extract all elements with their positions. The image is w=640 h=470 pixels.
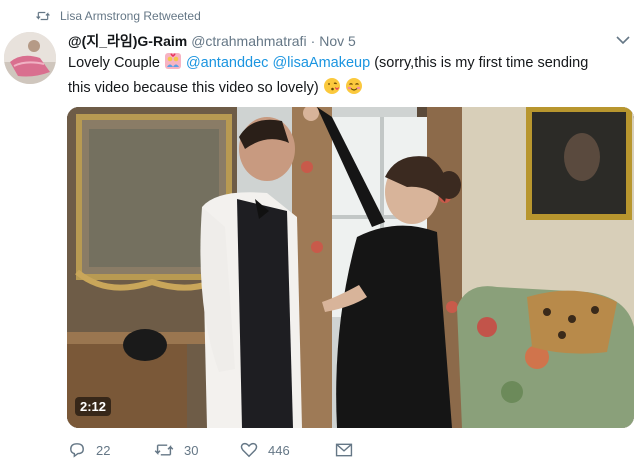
- tweet-timestamp[interactable]: Nov 5: [319, 33, 356, 49]
- envelope-icon: [335, 443, 353, 457]
- retweet-context[interactable]: Lisa Armstrong Retweeted: [36, 9, 201, 23]
- video-player[interactable]: 2:12: [67, 107, 634, 428]
- avatar-image: [4, 32, 56, 84]
- user-handle[interactable]: @ctrahmahmatrafi: [191, 33, 306, 49]
- reply-button[interactable]: 22: [68, 442, 154, 458]
- retweet-count: 30: [184, 442, 199, 458]
- display-name[interactable]: @(지_라임)G-Raim: [68, 31, 187, 51]
- reply-count: 22: [96, 442, 111, 458]
- mention-link[interactable]: @antanddec: [186, 55, 268, 71]
- separator-dot: ·: [310, 33, 316, 49]
- tweet-actions: 22 30 446: [68, 442, 363, 458]
- chevron-down-icon[interactable]: [616, 35, 630, 45]
- retweet-button[interactable]: 30: [154, 442, 240, 458]
- direct-message-button[interactable]: [335, 443, 363, 457]
- retweet-context-label: Lisa Armstrong Retweeted: [60, 9, 201, 23]
- like-button[interactable]: 446: [240, 442, 335, 458]
- video-duration: 2:12: [75, 397, 112, 416]
- retweet-icon: [154, 444, 174, 456]
- avatar[interactable]: [4, 32, 56, 84]
- heart-icon: [240, 442, 258, 458]
- smiling-face-with-smiling-eyes-emoji: [345, 77, 363, 102]
- tweet-header: @(지_라임)G-Raim @ctrahmahmatrafi · Nov 5: [68, 31, 356, 51]
- tweet-text-part: Lovely Couple: [68, 55, 164, 71]
- face-blowing-kiss-emoji: [323, 77, 341, 102]
- mention-link[interactable]: @lisaAmakeup: [272, 55, 370, 71]
- like-count: 446: [268, 442, 290, 458]
- video-frame: [67, 107, 634, 428]
- couple-with-heart-emoji: [164, 52, 182, 77]
- tweet-text: Lovely Couple @antanddec @lisaAmakeup (s…: [68, 52, 613, 102]
- retweet-icon: [36, 11, 50, 21]
- reply-icon: [70, 443, 84, 458]
